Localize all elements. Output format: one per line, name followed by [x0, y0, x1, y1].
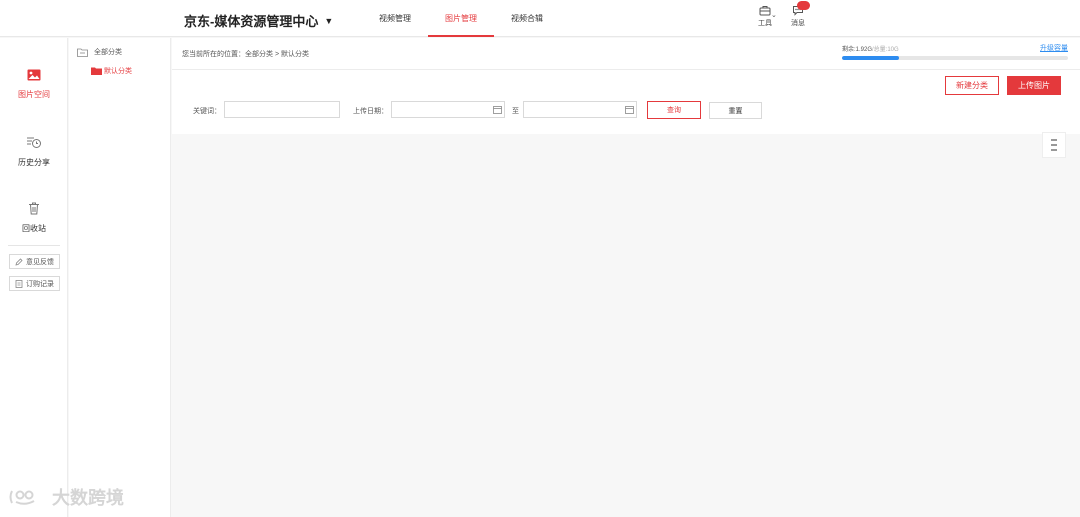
tree-item-all-categories[interactable]: 全部分类	[77, 47, 122, 57]
quota-remaining: 剩余:1.92G	[842, 47, 873, 53]
quota-total: /总量:10G	[872, 47, 899, 53]
watermark-text: 大数跨境	[52, 488, 124, 508]
calendar-icon[interactable]	[493, 105, 502, 114]
storage-quota-fill	[842, 56, 899, 60]
list-menu-icon[interactable]	[1042, 132, 1066, 158]
reset-button[interactable]: 重置	[709, 102, 762, 119]
storage-quota-bar	[842, 56, 1068, 60]
tree-item-label: 默认分类	[104, 68, 132, 75]
tab-video-management[interactable]: 视频管理	[362, 0, 428, 37]
pen-icon	[15, 257, 23, 266]
tools-chevron-icon[interactable]: ⌄	[771, 11, 777, 19]
date-from-input[interactable]	[391, 101, 505, 118]
brand-text: 京东-媒体资源管理中心	[184, 14, 319, 29]
image-icon	[27, 69, 41, 81]
category-tree: 全部分类 默认分类	[69, 38, 171, 517]
image-grid-area	[172, 134, 1080, 517]
upload-image-button[interactable]: 上传图片	[1007, 76, 1061, 95]
query-button[interactable]: 查询	[647, 101, 701, 119]
feedback-label: 意见反馈	[26, 258, 54, 266]
messages-label: 消息	[791, 20, 805, 27]
tree-item-default-category[interactable]: 默认分类	[91, 66, 132, 76]
date-to-input[interactable]	[523, 101, 637, 118]
trash-icon	[29, 202, 39, 215]
brand-title[interactable]: 京东-媒体资源管理中心 ▼	[184, 11, 333, 30]
order-records-label: 订购记录	[26, 280, 54, 288]
sidebar-item-label: 历史分享	[18, 158, 50, 167]
tools-label: 工具	[758, 20, 772, 27]
tree-item-label: 全部分类	[94, 49, 122, 56]
new-category-button[interactable]: 新建分类	[945, 76, 999, 95]
calendar-icon[interactable]	[625, 105, 634, 114]
main-nav: 视频管理 图片管理 视频合辑	[362, 0, 560, 37]
top-bar: 京东-媒体资源管理中心 ▼ 视频管理 图片管理 视频合辑 工具 ⌄ 消息	[0, 0, 1080, 37]
tab-image-management[interactable]: 图片管理	[428, 0, 494, 37]
message-badge	[797, 1, 810, 10]
keyword-input[interactable]	[224, 101, 340, 118]
date-to-label: 至	[512, 108, 519, 115]
brand-dropdown-icon[interactable]: ▼	[324, 16, 333, 26]
document-icon	[15, 279, 23, 288]
sidebar-item-recycle-bin[interactable]: 回收站	[0, 202, 68, 234]
folder-icon	[91, 67, 102, 75]
keyword-label: 关键词：	[193, 108, 221, 115]
sidebar: 图片空间 历史分享 回收站 意见反馈 订购记录	[0, 38, 68, 517]
upload-date-label: 上传日期：	[353, 108, 388, 115]
main-panel: 您当前所在的位置：全部分类 > 默认分类 剩余:1.92G/总量:10G 升级容…	[172, 38, 1080, 517]
sidebar-divider	[8, 245, 60, 246]
upgrade-storage-link[interactable]: 升级容量	[1040, 43, 1068, 53]
watermark: 大数跨境	[8, 484, 124, 510]
history-icon	[27, 137, 41, 148]
watermark-logo-icon	[9, 490, 35, 505]
order-records-button[interactable]: 订购记录	[9, 276, 60, 291]
tab-video-collection[interactable]: 视频合辑	[494, 0, 560, 37]
sidebar-item-history-share[interactable]: 历史分享	[0, 136, 68, 168]
toolbox-icon	[759, 6, 771, 16]
sidebar-item-image-space[interactable]: 图片空间	[0, 69, 68, 100]
sidebar-item-label: 回收站	[22, 224, 46, 233]
sidebar-item-label: 图片空间	[18, 90, 50, 99]
feedback-button[interactable]: 意见反馈	[9, 254, 60, 269]
storage-quota-text: 剩余:1.92G/总量:10G	[842, 44, 899, 53]
breadcrumb-bar: 您当前所在的位置：全部分类 > 默认分类 剩余:1.92G/总量:10G 升级容…	[172, 38, 1080, 70]
folder-outline-icon	[77, 48, 88, 57]
breadcrumb: 您当前所在的位置：全部分类 > 默认分类	[182, 51, 309, 58]
